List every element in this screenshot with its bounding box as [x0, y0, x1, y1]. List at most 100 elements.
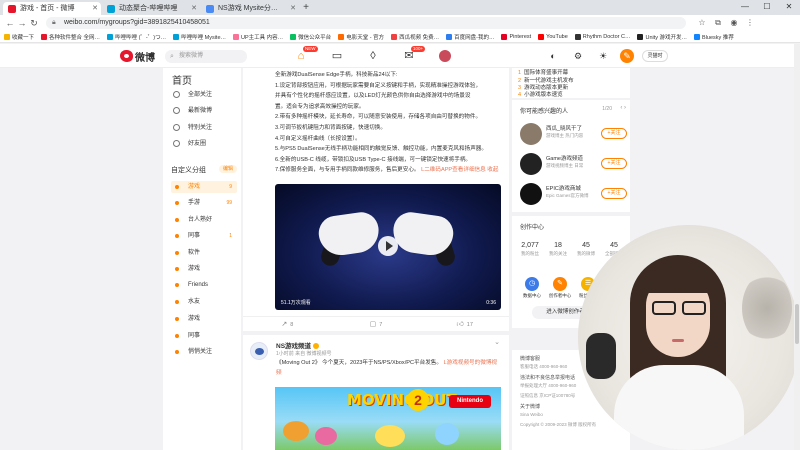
bookmark-item[interactable]: 电影天堂 - 官方	[338, 33, 384, 41]
bookmark-item[interactable]: 百度网盘-我的…	[446, 33, 494, 41]
extensions-icon[interactable]: ⧉	[710, 18, 726, 28]
close-icon[interactable]: ✕	[191, 2, 197, 15]
bookmark-item[interactable]: YouTube	[538, 33, 568, 40]
star-icon[interactable]: ☆	[694, 18, 710, 28]
forward-icon[interactable]: →	[16, 18, 28, 28]
group-item[interactable]: 同事 1	[171, 230, 237, 242]
tool-item[interactable]: ◷ 数据中心	[518, 272, 546, 299]
repost-button[interactable]: ↗ 8	[243, 317, 332, 331]
video-player[interactable]: 51.1万次观看 0:36	[275, 184, 501, 310]
dot-icon	[175, 283, 179, 287]
minimize-icon[interactable]: —	[734, 0, 756, 14]
repost-icon: ↗	[281, 321, 288, 328]
bookmark-item[interactable]: 微信公众平台	[290, 33, 331, 41]
hot-item[interactable]: 1 国际体育盛事开幕	[518, 68, 568, 76]
stat-item[interactable]: 45 我的微博	[572, 242, 600, 257]
thumbs-up-icon: 👍︎	[456, 321, 464, 328]
follow-button[interactable]: +关注	[601, 128, 627, 139]
publish-icon[interactable]: ✎	[620, 49, 634, 63]
group-item[interactable]: 游戏 9	[171, 181, 237, 193]
group-item[interactable]: 同事	[171, 330, 237, 342]
chevron-down-icon[interactable]: ⌄	[494, 338, 500, 346]
hot-item[interactable]: 4 小游戏版本速览	[518, 90, 563, 98]
chevron-right-icon[interactable]: ‹ ›	[620, 105, 626, 111]
bookmark-item[interactable]: UP主工具 内容…	[233, 33, 283, 41]
post-link[interactable]: L二维码APP查看详细信息 收起	[421, 167, 498, 173]
post-image[interactable]: MOVING OUT 2 Nintendo	[275, 387, 501, 450]
home-nav-button[interactable]: ⌂ NEW	[283, 46, 319, 64]
group-item[interactable]: 悄悄关注	[171, 346, 237, 358]
avatar[interactable]	[520, 123, 542, 145]
bookmark-icon	[41, 33, 48, 40]
group-item[interactable]: 水友	[171, 296, 237, 308]
close-window-icon[interactable]: ✕	[778, 0, 800, 14]
video-duration: 0:36	[486, 300, 496, 306]
play-icon[interactable]	[378, 236, 398, 256]
comment-button[interactable]: ▢ 7	[332, 317, 421, 331]
close-icon[interactable]: ✕	[92, 2, 98, 15]
close-icon[interactable]: ✕	[290, 2, 296, 15]
follow-button[interactable]: +关注	[601, 158, 627, 169]
new-tab-button[interactable]: +	[300, 2, 312, 15]
browser-tab-ns[interactable]: NS游戏 Mysite分… ✕	[201, 2, 299, 15]
message-nav-button[interactable]: ✉ 100+	[391, 46, 427, 64]
group-item[interactable]: 手游 99	[171, 197, 237, 209]
bookmark-item[interactable]: Rhythm Doctor C…	[574, 33, 630, 40]
group-item[interactable]: 游戏	[171, 263, 237, 275]
scrollbar-thumb[interactable]	[795, 304, 799, 344]
reload-icon[interactable]: ↻	[28, 18, 40, 29]
tool-item[interactable]: ✎ 创作者中心	[546, 272, 574, 299]
bookmark-item[interactable]: Unity 游戏开发…	[637, 33, 687, 41]
bookmark-item[interactable]: 各种软件整合 全网…	[41, 33, 100, 41]
avatar[interactable]	[250, 342, 268, 360]
stat-item[interactable]: 2,077 我的粉丝	[516, 242, 544, 257]
post-text: 《Moving Out 2》 今个夏天，2023年于NS/PS/Xbox/PC平…	[276, 360, 498, 376]
menu-icon[interactable]: ⋮	[742, 18, 758, 28]
tab-title: 动态聚合-哔哩哔哩	[119, 5, 178, 12]
follow-button[interactable]: +关注	[601, 188, 627, 199]
theme-icon[interactable]: ☀	[595, 49, 611, 63]
profile-icon[interactable]: ◉	[726, 18, 742, 28]
browser-tab-weibo[interactable]: 游戏 - 首页 - 微博 ✕	[3, 2, 101, 15]
avatar[interactable]	[520, 183, 542, 205]
hot-nav-button[interactable]: ◊	[355, 48, 391, 64]
user-button[interactable]: 灵猫时	[642, 50, 668, 62]
bookmark-item[interactable]: Pinterest	[501, 33, 531, 40]
compass-icon[interactable]: ◐	[545, 49, 561, 63]
video-nav-button[interactable]: ▭	[319, 48, 355, 64]
bookmark-item[interactable]: 收藏一下	[4, 33, 34, 41]
sidebar-item-all[interactable]: 全部关注	[171, 89, 237, 101]
search-input[interactable]: ⌕ 搜索微博	[165, 50, 247, 63]
group-item[interactable]: 软件	[171, 247, 237, 259]
recommend-item: Game游戏频道 游戏视频博主 日常 +关注	[518, 151, 627, 177]
group-item[interactable]: 台人熟好	[171, 214, 237, 226]
browser-tab-bilibili[interactable]: 动态聚合-哔哩哔哩 ✕	[102, 2, 200, 15]
sidebar-item-friends[interactable]: 好友圈	[171, 138, 237, 150]
sidebar-item-latest[interactable]: 最新微博	[171, 105, 237, 117]
like-button[interactable]: 👍︎ 17	[420, 317, 509, 331]
recommend-item: 西瓜_晓风干了 游戏博主 热门内容 +关注	[518, 121, 627, 147]
bookmark-item[interactable]: 西瓜视频 免费…	[391, 33, 439, 41]
group-manage-button[interactable]: 编辑	[219, 165, 237, 173]
settings-icon[interactable]: ⚙	[570, 49, 586, 63]
post-author[interactable]: NS游戏频道	[276, 340, 320, 350]
avatar[interactable]	[520, 153, 542, 175]
stat-item[interactable]: 18 我的关注	[544, 242, 572, 257]
url-bar[interactable]: 🔒︎ weibo.com/mygroups?gid=38918254104580…	[46, 17, 686, 29]
group-item[interactable]: 游戏	[171, 313, 237, 325]
recommend-item: EPIC游戏商城 Epic Games官方微博 +关注	[518, 181, 627, 207]
sidebar-title: 首页	[172, 76, 192, 87]
bookmark-item[interactable]: 哔哩哔哩 Mysite…	[173, 33, 226, 41]
page-scrollbar[interactable]	[794, 44, 800, 450]
profile-nav-button[interactable]	[427, 48, 463, 64]
group-item[interactable]: Friends	[171, 279, 237, 291]
sidebar-item-special[interactable]: 特别关注	[171, 122, 237, 134]
maximize-icon[interactable]: ☐	[756, 0, 778, 14]
bookmark-item[interactable]: 哔哩哔哩 (゜-゜)つ…	[107, 33, 166, 41]
weibo-logo[interactable]: 微博	[120, 49, 160, 64]
back-icon[interactable]: ←	[4, 18, 16, 28]
toolbar-icons: ☆ ⧉ ◉ ⋮	[694, 18, 758, 28]
bookmark-item[interactable]: Bluesky 推荐	[694, 33, 734, 41]
character-shape	[315, 427, 337, 445]
webcam-mouth	[672, 339, 684, 342]
